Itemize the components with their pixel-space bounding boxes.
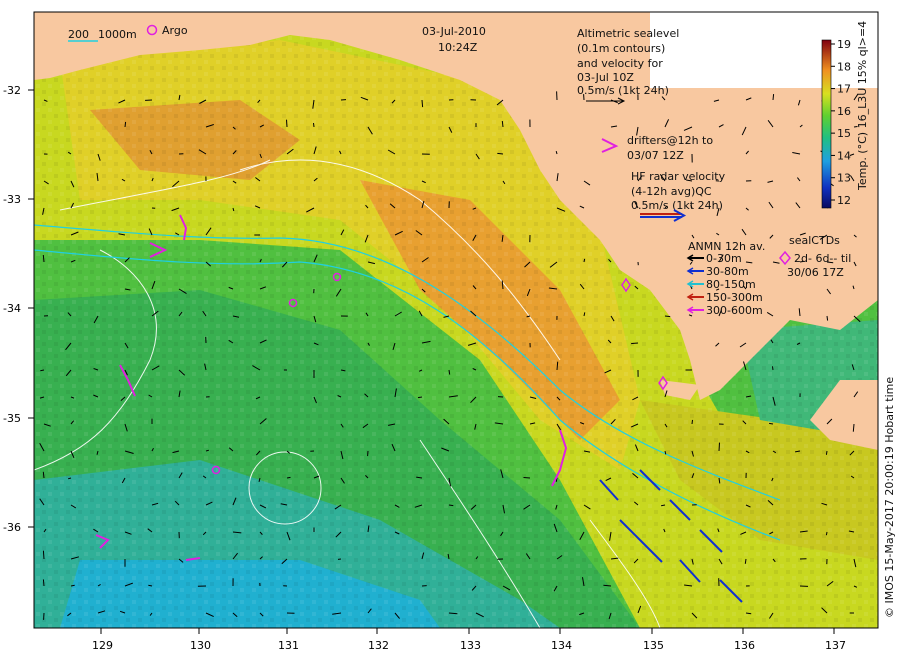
altimetry-line3: and velocity for	[577, 57, 663, 70]
velocity-arrow	[43, 255, 44, 262]
x-axis: 129 130 131 132 133 134 135 136 137	[92, 628, 846, 652]
y-tick-label: -34	[3, 302, 21, 315]
drifters-line2: 03/07 12Z	[627, 149, 684, 162]
x-tick-label: 134	[551, 639, 572, 652]
colorbar-tick-label: 12	[837, 194, 851, 207]
anmn-legend-label: 80-150m	[706, 278, 756, 291]
velocity-arrow	[449, 613, 457, 614]
x-tick-label: 133	[460, 639, 481, 652]
title-date: 03-Jul-2010	[422, 25, 486, 38]
x-tick-label: 135	[643, 639, 664, 652]
velocity-arrow	[719, 443, 720, 451]
altimetry-line2: (0.1m contours)	[577, 42, 665, 55]
y-tick-label: -33	[3, 193, 21, 206]
credit-text: © IMOS 15-May-2017 20:00:19 Hobart time	[883, 377, 896, 618]
colorbar-scale	[822, 40, 831, 208]
altimetry-line4: 03-Jul 10Z	[577, 71, 634, 84]
altimetry-line1: Altimetric sealevel	[577, 27, 679, 40]
x-tick-label: 131	[278, 639, 299, 652]
velocity-arrow	[524, 478, 531, 479]
velocity-arrow	[287, 120, 288, 127]
sst-map-figure: -32 -33 -34 -35 -36 129 130 131 132 133 …	[0, 0, 900, 660]
anmn-legend-label: 0-30m	[706, 252, 742, 265]
colorbar-label: Temp. (°C) 16_L3U 15% ql>=4	[856, 21, 869, 191]
colorbar-tick-label: 16	[837, 105, 851, 118]
velocity-arrow	[853, 424, 854, 432]
sealctds-line2: 2d- 6d-- til	[794, 252, 851, 265]
velocity-arrow	[826, 532, 827, 535]
colorbar-tick-label: 14	[837, 149, 851, 162]
colorbar-tick-label: 15	[837, 127, 851, 140]
velocity-arrow	[314, 123, 315, 127]
velocity-arrow	[502, 121, 503, 127]
map-svg: -32 -33 -34 -35 -36 129 130 131 132 133 …	[0, 0, 900, 660]
velocity-arrow	[449, 370, 450, 375]
colorbar-tick-label: 19	[837, 38, 851, 51]
hf-radar-line2: (4-12h avg)QC	[631, 185, 712, 198]
velocity-arrow	[826, 451, 827, 455]
colorbar: 12 13 14 15 16 17 18 19 Temp. (°C) 16_L3U 15% q…	[822, 21, 869, 208]
drifters-line1: drifters@12h to	[627, 134, 713, 147]
velocity-arrow	[40, 370, 44, 371]
sealctds-title: sealCTDs	[789, 234, 840, 247]
velocity-arrow	[557, 362, 558, 370]
sealctds-line3: 30/06 17Z	[787, 266, 844, 279]
y-tick-label: -36	[3, 521, 21, 534]
velocity-arrow	[71, 585, 75, 586]
velocity-arrow	[746, 613, 751, 614]
velocity-arrow	[43, 579, 44, 586]
y-tick-label: -35	[3, 412, 21, 425]
velocity-arrow	[125, 122, 126, 127]
altimetry-scale: 0.5m/s (1kt 24h)	[577, 84, 669, 97]
velocity-arrow	[773, 94, 774, 100]
colorbar-tick-label: 18	[837, 60, 851, 73]
velocity-arrow	[745, 559, 746, 564]
velocity-arrow	[665, 316, 670, 317]
velocity-arrow	[418, 397, 422, 398]
velocity-arrow	[422, 100, 423, 107]
velocity-arrow	[287, 477, 291, 478]
velocity-arrow	[148, 585, 152, 586]
y-tick-label: -32	[3, 84, 21, 97]
x-tick-label: 137	[825, 639, 846, 652]
x-tick-label: 132	[368, 639, 389, 652]
anmn-legend-label: 300-600m	[706, 304, 763, 317]
y-axis: -32 -33 -34 -35 -36	[3, 84, 34, 534]
velocity-arrow	[631, 343, 638, 344]
colorbar-tick-label: 17	[837, 83, 851, 96]
velocity-arrow	[769, 423, 773, 424]
argo-label: Argo	[162, 24, 188, 37]
hf-radar-line1: HF radar velocity	[631, 170, 726, 183]
title-time: 10:24Z	[438, 41, 478, 54]
velocity-arrow	[497, 153, 503, 154]
velocity-arrow	[449, 505, 453, 506]
sst-field	[34, 12, 878, 628]
velocity-arrow	[584, 259, 585, 262]
velocity-arrow	[692, 420, 693, 424]
velocity-arrow	[773, 366, 774, 370]
colorbar-tick-label: 13	[837, 172, 851, 185]
x-tick-label: 129	[92, 639, 113, 652]
depth-1000-label: 1000m	[98, 28, 137, 41]
velocity-arrow	[43, 551, 44, 559]
x-tick-label: 130	[190, 639, 211, 652]
depth-200-label: 200	[68, 28, 89, 41]
velocity-arrow	[43, 472, 44, 478]
x-tick-label: 136	[734, 639, 755, 652]
velocity-arrow	[827, 316, 828, 321]
anmn-legend-label: 30-80m	[706, 265, 749, 278]
hf-radar-scale: 0.5m/s (1kt 24h)	[631, 199, 723, 212]
anmn-legend-label: 150-300m	[706, 291, 763, 304]
